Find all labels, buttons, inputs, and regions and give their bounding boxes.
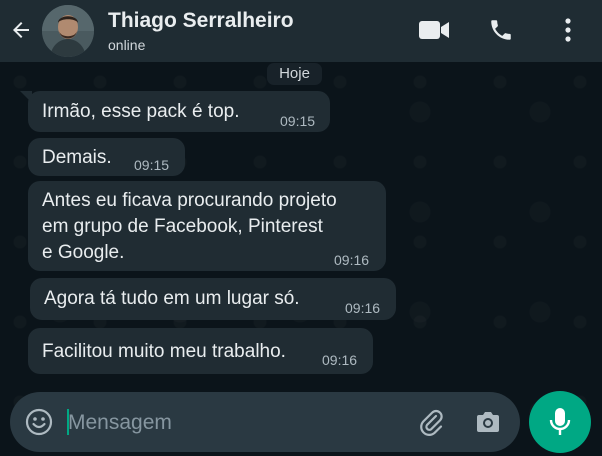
message-text: Facilitou muito meu trabalho. <box>42 341 286 362</box>
phone-icon[interactable] <box>483 12 519 48</box>
bubble-tail <box>20 91 32 103</box>
camera-icon[interactable] <box>473 407 503 437</box>
microphone-icon <box>549 408 571 435</box>
emoji-icon[interactable] <box>24 407 54 437</box>
message-bubble[interactable]: Antes eu ficava procurando projeto em gr… <box>28 181 386 271</box>
contact-status: online <box>108 37 146 53</box>
message-composer <box>10 392 520 452</box>
message-time: 09:16 <box>322 352 358 368</box>
message-bubble[interactable]: Facilitou muito meu trabalho. 09:16 <box>28 328 373 374</box>
text-cursor <box>67 409 69 435</box>
more-options-icon[interactable] <box>550 12 586 48</box>
microphone-button[interactable] <box>529 391 591 453</box>
message-text: Irmão, esse pack é top. <box>42 101 240 122</box>
message-bubble[interactable]: Agora tá tudo em um lugar só. 09:16 <box>30 278 396 320</box>
back-arrow-icon[interactable] <box>6 15 36 45</box>
message-bubble[interactable]: Irmão, esse pack é top. 09:15 <box>20 91 330 132</box>
avatar[interactable] <box>42 5 94 57</box>
message-time: 09:15 <box>134 157 170 173</box>
message-time: 09:15 <box>280 113 316 129</box>
message-text-line: em grupo de Facebook, Pinterest <box>42 216 323 237</box>
message-time: 09:16 <box>345 300 381 316</box>
message-text-line: e Google. <box>42 242 125 263</box>
message-text: Agora tá tudo em um lugar só. <box>44 288 300 309</box>
video-call-icon[interactable] <box>416 12 452 48</box>
message-time: 09:16 <box>334 252 370 268</box>
contact-name[interactable]: Thiago Serralheiro <box>108 9 294 33</box>
message-bubble[interactable]: Demais. 09:15 <box>28 138 185 176</box>
chat-header: Thiago Serralheiro online <box>0 0 602 62</box>
date-divider: Hoje <box>267 63 322 85</box>
message-input[interactable] <box>66 404 390 442</box>
message-text: Demais. <box>42 147 112 168</box>
message-text-line: Antes eu ficava procurando projeto <box>42 190 337 211</box>
paperclip-icon[interactable] <box>416 407 446 437</box>
